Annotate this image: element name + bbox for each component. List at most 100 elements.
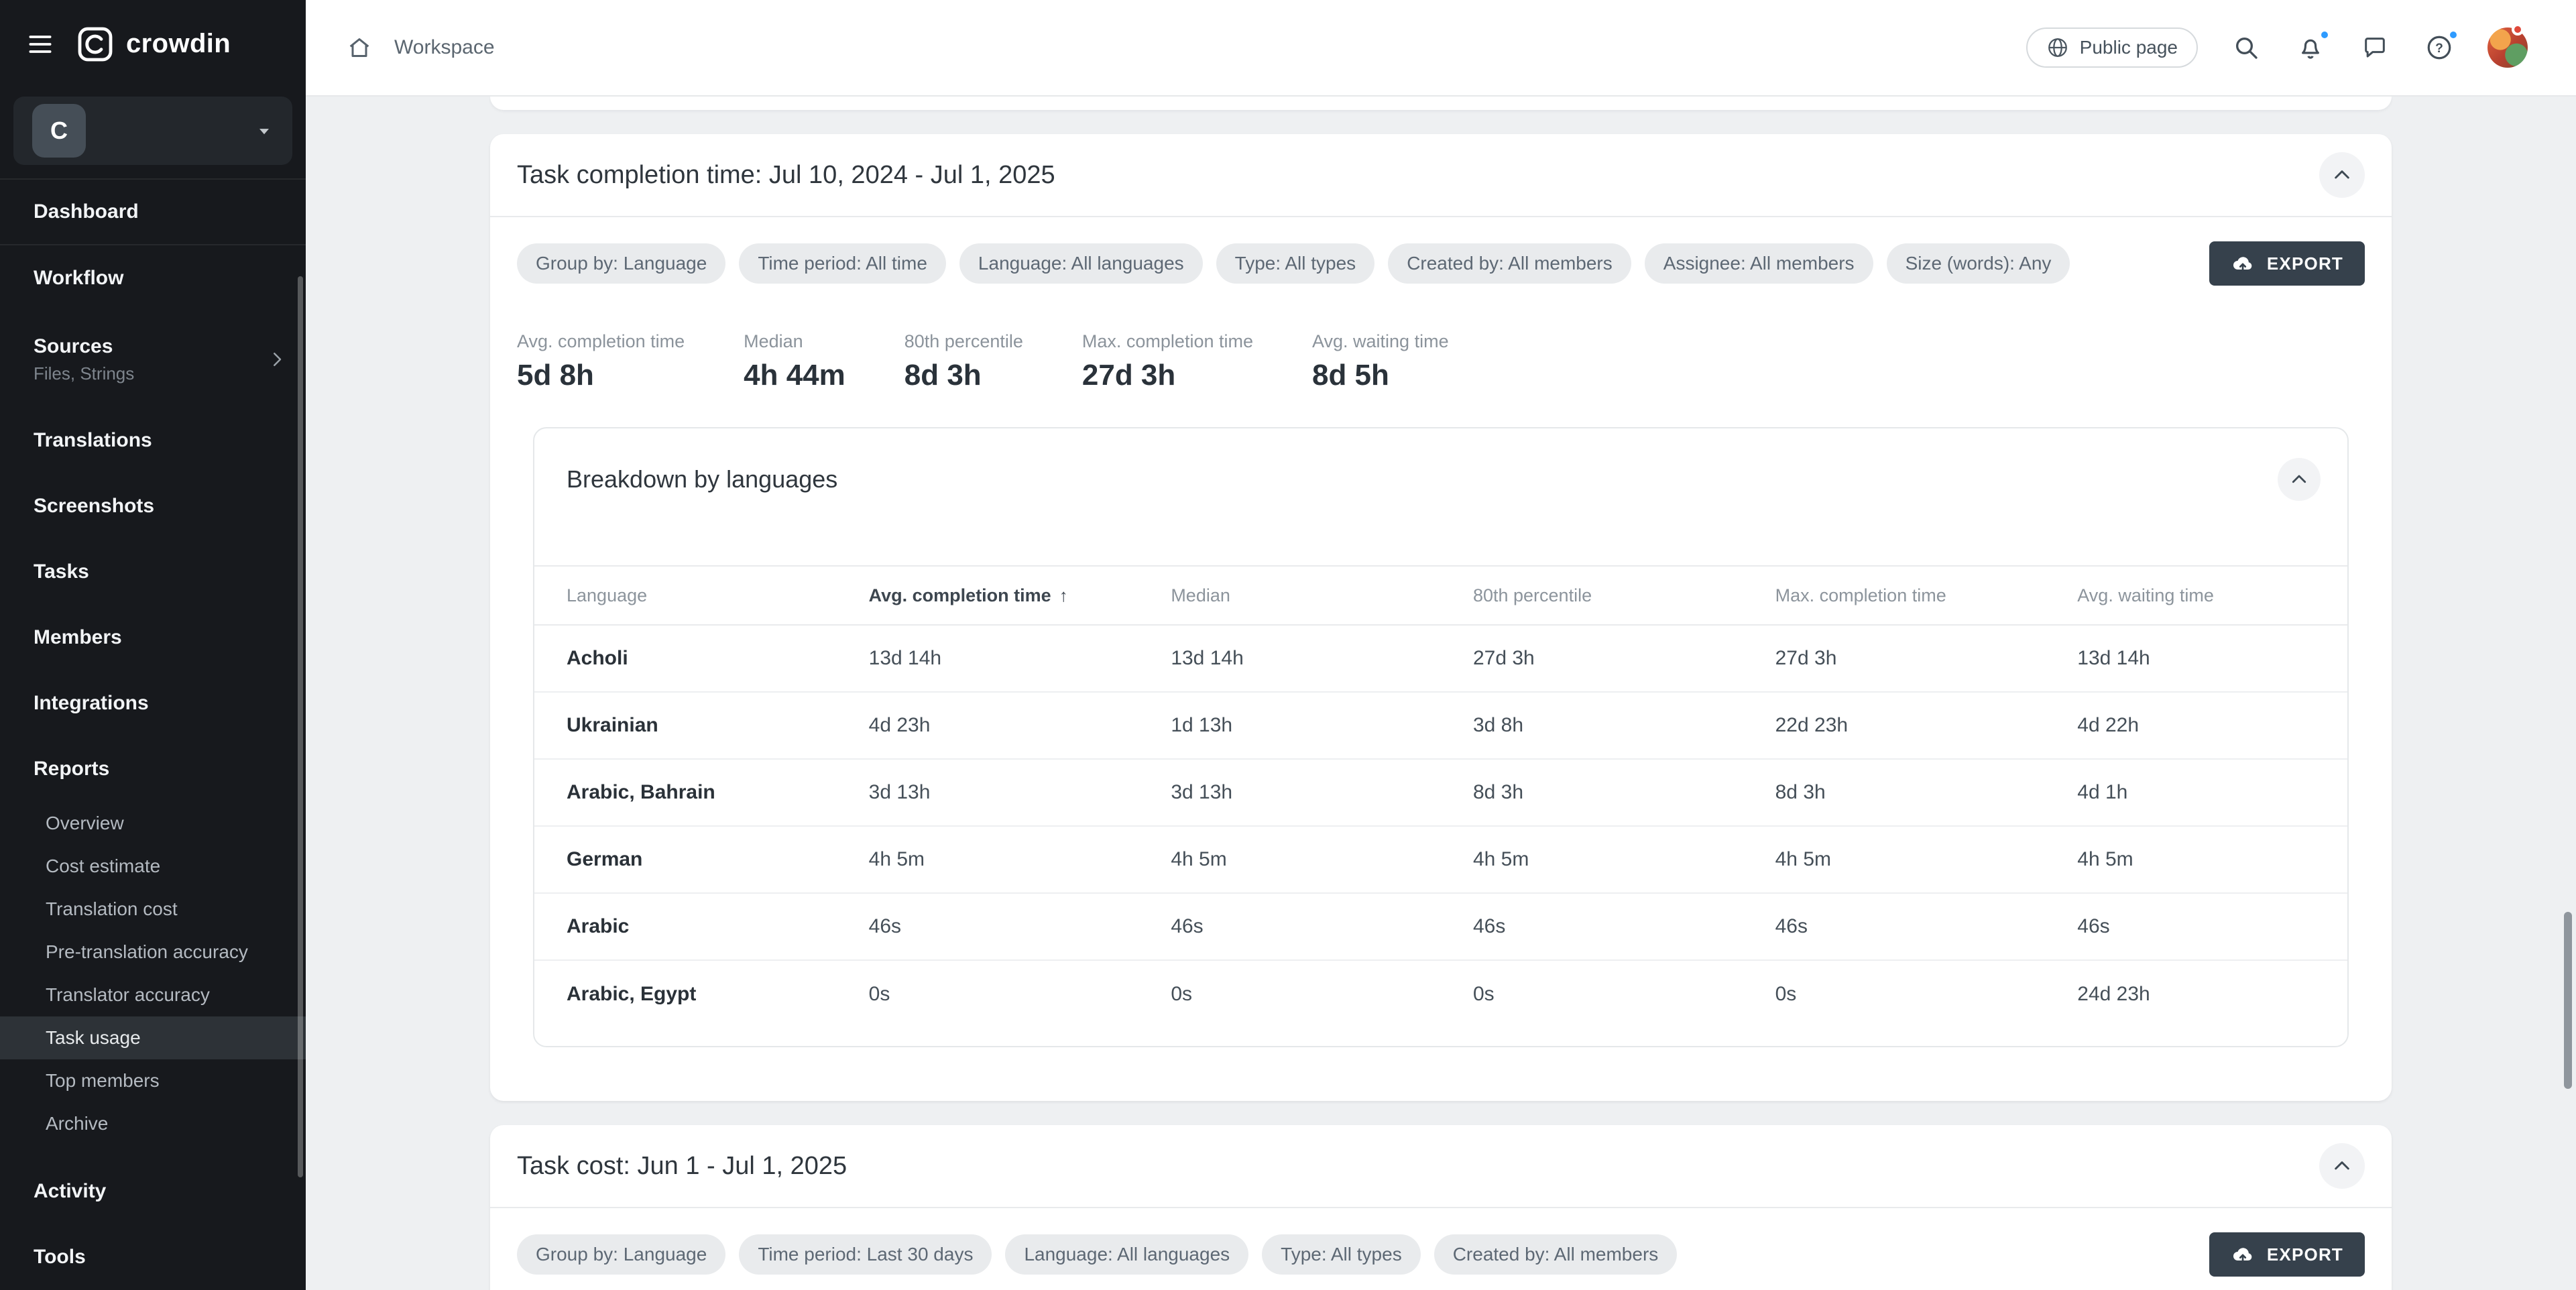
language-cell: Arabic, Bahrain bbox=[534, 759, 837, 826]
search-icon[interactable] bbox=[2230, 32, 2262, 64]
sidebar-subitem-translator-accuracy[interactable]: Translator accuracy bbox=[0, 974, 306, 1016]
cards-column: Task completion time: Jul 10, 2024 - Jul… bbox=[490, 97, 2392, 1290]
value-cell: 46s bbox=[1441, 893, 1743, 960]
summary-stats: Avg. completion time 5d 8h Median 4h 44m… bbox=[517, 331, 2365, 392]
sources-labels: Sources Files, Strings bbox=[34, 335, 134, 384]
messages-icon[interactable] bbox=[2359, 32, 2391, 64]
sidebar-scrollbar[interactable] bbox=[298, 276, 303, 1177]
column-header-language[interactable]: Language bbox=[534, 566, 837, 625]
task-cost-card: Task cost: Jun 1 - Jul 1, 2025 Group by:… bbox=[490, 1125, 2392, 1290]
filter-chip-time-period[interactable]: Time period: Last 30 days bbox=[739, 1234, 992, 1275]
table-row-ukrainian: Ukrainian 4d 23h 1d 13h 3d 8h 22d 23h 4d… bbox=[534, 692, 2347, 759]
filter-chip-language[interactable]: Language: All languages bbox=[959, 243, 1203, 284]
sidebar-subitem-task-usage[interactable]: Task usage bbox=[0, 1016, 306, 1059]
project-avatar: C bbox=[32, 104, 86, 158]
value-cell: 4d 22h bbox=[2045, 692, 2347, 759]
home-icon[interactable] bbox=[343, 32, 375, 64]
stat-label: Avg. completion time bbox=[517, 331, 685, 352]
value-cell: 24d 23h bbox=[2045, 960, 2347, 1027]
value-cell: 27d 3h bbox=[1441, 625, 1743, 692]
sidebar-subitem-pre-translation-accuracy[interactable]: Pre-translation accuracy bbox=[0, 931, 306, 974]
export-button-label: EXPORT bbox=[2267, 253, 2343, 274]
filter-chip-type[interactable]: Type: All types bbox=[1216, 243, 1375, 284]
value-cell: 4h 5m bbox=[1138, 826, 1441, 893]
project-switcher[interactable]: C bbox=[13, 97, 292, 165]
notification-badge bbox=[2319, 29, 2331, 41]
crowdin-logo-icon bbox=[78, 27, 113, 62]
crowdin-logo[interactable]: crowdin bbox=[78, 27, 231, 62]
value-cell: 4h 5m bbox=[2045, 826, 2347, 893]
sidebar-subitem-overview[interactable]: Overview bbox=[0, 802, 306, 845]
stat-80th-percentile: 80th percentile 8d 3h bbox=[904, 331, 1023, 392]
value-cell: 4h 5m bbox=[837, 826, 1139, 893]
nav-spacer bbox=[0, 1145, 306, 1159]
user-avatar[interactable] bbox=[2487, 27, 2528, 68]
stat-max-completion-time: Max. completion time 27d 3h bbox=[1082, 331, 1253, 392]
sidebar-item-screenshots[interactable]: Screenshots bbox=[0, 473, 306, 539]
filter-chip-group-by[interactable]: Group by: Language bbox=[517, 243, 725, 284]
filter-chip-group-by[interactable]: Group by: Language bbox=[517, 1234, 725, 1275]
filter-chip-type[interactable]: Type: All types bbox=[1262, 1234, 1421, 1275]
sidebar-subitem-translation-cost[interactable]: Translation cost bbox=[0, 888, 306, 931]
task-completion-body: Group by: Language Time period: All time… bbox=[490, 241, 2392, 1101]
page-scrollbar[interactable] bbox=[2564, 912, 2572, 1089]
breakdown-table: Language Avg. completion time↑ Median 80… bbox=[534, 565, 2347, 1027]
sources-subtitle: Files, Strings bbox=[34, 363, 134, 384]
help-icon[interactable]: ? bbox=[2423, 32, 2455, 64]
column-header-avg-waiting-time[interactable]: Avg. waiting time bbox=[2045, 566, 2347, 625]
filter-chip-created-by[interactable]: Created by: All members bbox=[1388, 243, 1631, 284]
filter-chips: Group by: Language Time period: Last 30 … bbox=[517, 1234, 1677, 1275]
stat-value: 4h 44m bbox=[744, 359, 845, 392]
column-header-median[interactable]: Median bbox=[1138, 566, 1441, 625]
value-cell: 4d 1h bbox=[2045, 759, 2347, 826]
task-completion-title: Task completion time: Jul 10, 2024 - Jul… bbox=[517, 161, 1055, 190]
value-cell: 13d 14h bbox=[837, 625, 1139, 692]
collapse-task-cost-button[interactable] bbox=[2319, 1143, 2365, 1189]
sidebar-item-tasks[interactable]: Tasks bbox=[0, 539, 306, 605]
sidebar-item-workflow[interactable]: Workflow bbox=[0, 245, 306, 311]
sidebar-item-integrations[interactable]: Integrations bbox=[0, 670, 306, 736]
value-cell: 0s bbox=[837, 960, 1139, 1027]
topbar: Workspace Public page bbox=[306, 0, 2576, 97]
sidebar-item-dashboard[interactable]: Dashboard bbox=[0, 180, 306, 245]
breakdown-title: Breakdown by languages bbox=[567, 465, 837, 493]
avatar-notification-dot bbox=[2512, 23, 2524, 36]
sidebar-subitem-archive[interactable]: Archive bbox=[0, 1102, 306, 1145]
value-cell: 0s bbox=[1441, 960, 1743, 1027]
export-button[interactable]: EXPORT bbox=[2209, 1232, 2365, 1277]
sidebar-item-sources[interactable]: Sources Files, Strings bbox=[0, 311, 306, 408]
breadcrumb-workspace[interactable]: Workspace bbox=[394, 36, 495, 59]
sidebar-subitem-top-members[interactable]: Top members bbox=[0, 1059, 306, 1102]
stat-avg-waiting-time: Avg. waiting time 8d 5h bbox=[1312, 331, 1449, 392]
filter-chip-time-period[interactable]: Time period: All time bbox=[739, 243, 946, 284]
filter-chip-language[interactable]: Language: All languages bbox=[1005, 1234, 1248, 1275]
table-header-row: Language Avg. completion time↑ Median 80… bbox=[534, 566, 2347, 625]
column-header-80th-percentile[interactable]: 80th percentile bbox=[1441, 566, 1743, 625]
filter-chip-created-by[interactable]: Created by: All members bbox=[1434, 1234, 1678, 1275]
column-header-avg-completion-time[interactable]: Avg. completion time↑ bbox=[837, 566, 1139, 625]
sidebar-item-tools[interactable]: Tools bbox=[0, 1224, 306, 1290]
table-row-arabic: Arabic 46s 46s 46s 46s 46s bbox=[534, 893, 2347, 960]
sidebar-subitem-cost-estimate[interactable]: Cost estimate bbox=[0, 845, 306, 888]
filter-chip-assignee[interactable]: Assignee: All members bbox=[1645, 243, 1873, 284]
collapse-breakdown-button[interactable] bbox=[2278, 458, 2321, 501]
sidebar-item-label: Tasks bbox=[34, 561, 89, 583]
task-cost-title: Task cost: Jun 1 - Jul 1, 2025 bbox=[517, 1152, 847, 1181]
hamburger-menu-icon[interactable] bbox=[24, 28, 56, 60]
collapse-task-completion-button[interactable] bbox=[2319, 152, 2365, 198]
notifications-bell-icon[interactable] bbox=[2294, 32, 2327, 64]
sidebar-item-activity[interactable]: Activity bbox=[0, 1159, 306, 1224]
sidebar-item-translations[interactable]: Translations bbox=[0, 408, 306, 473]
public-page-button[interactable]: Public page bbox=[2026, 27, 2198, 68]
sidebar-item-members[interactable]: Members bbox=[0, 605, 306, 670]
filter-chip-size-words[interactable]: Size (words): Any bbox=[1887, 243, 2070, 284]
export-button[interactable]: EXPORT bbox=[2209, 241, 2365, 286]
value-cell: 46s bbox=[1743, 893, 2046, 960]
value-cell: 3d 13h bbox=[1138, 759, 1441, 826]
sidebar-item-reports[interactable]: Reports bbox=[0, 736, 306, 802]
stat-value: 5d 8h bbox=[517, 359, 685, 392]
value-cell: 4h 5m bbox=[1441, 826, 1743, 893]
value-cell: 13d 14h bbox=[1138, 625, 1441, 692]
column-header-max-completion-time[interactable]: Max. completion time bbox=[1743, 566, 2046, 625]
task-completion-card: Task completion time: Jul 10, 2024 - Jul… bbox=[490, 134, 2392, 1101]
